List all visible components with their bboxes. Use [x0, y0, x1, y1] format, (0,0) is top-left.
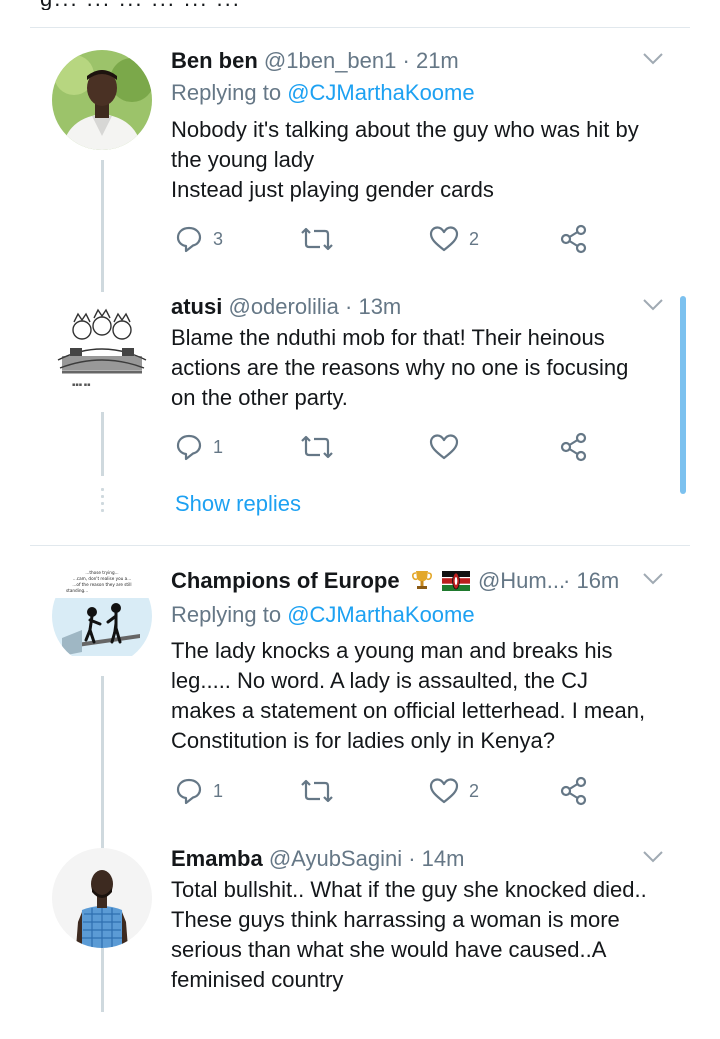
share-button[interactable]	[559, 430, 589, 464]
reply-count: 1	[213, 780, 224, 801]
like-icon	[429, 434, 459, 460]
chevron-down-icon[interactable]	[642, 572, 664, 586]
display-name[interactable]: Champions of Europe	[171, 568, 400, 593]
share-icon	[560, 776, 587, 806]
replying-to-link[interactable]: @CJMarthaKoome	[287, 80, 474, 105]
action-bar: 1 2	[171, 774, 631, 808]
tweet-header: Emamba @AyubSagini · 14m	[171, 846, 464, 872]
replying-to: Replying to @CJMarthaKoome	[171, 602, 475, 628]
reply-icon	[176, 226, 202, 253]
retweet-icon	[301, 227, 333, 251]
like-icon	[429, 226, 459, 252]
tweet-time: · 16m	[563, 568, 619, 594]
replying-to-label: Replying to	[171, 602, 282, 627]
share-button[interactable]	[559, 222, 589, 256]
reply-button[interactable]: 1	[175, 430, 223, 464]
retweet-icon	[301, 779, 333, 803]
reply-count: 3	[213, 228, 224, 249]
action-bar: 3 2	[171, 222, 631, 256]
timestamp[interactable]: 21m	[416, 48, 459, 73]
replying-to-label: Replying to	[171, 80, 282, 105]
display-name[interactable]: Ben ben	[171, 48, 258, 73]
replying-to-link[interactable]: @CJMarthaKoome	[287, 602, 474, 627]
reply-button[interactable]: 3	[175, 222, 223, 256]
like-button[interactable]	[429, 430, 459, 464]
svg-text:standing...: standing...	[66, 588, 88, 593]
kenya-flag-icon	[441, 571, 470, 591]
chevron-down-icon[interactable]	[642, 850, 664, 864]
divider	[30, 545, 690, 546]
display-name[interactable]: atusi	[171, 294, 222, 319]
svg-text:...cam, don't realise you a...: ...cam, don't realise you a...	[73, 576, 131, 581]
like-count: 2	[469, 780, 480, 801]
like-count: 2	[469, 228, 480, 249]
scroll-indicator	[680, 296, 686, 494]
separator: ·	[408, 846, 416, 871]
trophy-icon	[411, 571, 432, 589]
tweet-text: Total bullshit.. What if the guy she kno…	[171, 877, 647, 992]
tweet-text: The lady knocks a young man and breaks h…	[171, 638, 646, 753]
tweet-header: Ben ben @1ben_ben1 · 21m	[171, 48, 459, 74]
retweet-icon	[301, 435, 333, 459]
separator: ·	[563, 568, 571, 593]
action-bar: 1	[171, 430, 631, 464]
show-replies-link[interactable]: Show replies	[175, 491, 301, 517]
share-button[interactable]	[559, 774, 589, 808]
reply-icon	[176, 778, 202, 805]
reply-button[interactable]: 1	[175, 774, 223, 808]
reply-icon	[176, 434, 202, 461]
svg-text:▪▪▪ ▪▪: ▪▪▪ ▪▪	[72, 382, 91, 388]
chevron-down-icon[interactable]	[642, 298, 664, 312]
display-name[interactable]: Emamba	[171, 846, 263, 871]
retweet-button[interactable]	[300, 430, 334, 464]
retweet-button[interactable]	[300, 774, 334, 808]
handle[interactable]: @Hum...	[478, 568, 565, 593]
avatar[interactable]	[52, 50, 152, 150]
handle[interactable]: @1ben_ben1	[264, 48, 396, 73]
avatar[interactable]: ...those trying... ...cam, don't realise…	[52, 566, 152, 666]
replying-to: Replying to @CJMarthaKoome	[171, 80, 475, 106]
share-icon	[560, 432, 587, 462]
thread-line	[101, 160, 104, 292]
timestamp[interactable]: 16m	[576, 568, 619, 593]
separator: ·	[345, 294, 353, 319]
avatar[interactable]: ▪▪▪ ▪▪	[52, 302, 152, 402]
avatar-caption: ...those trying...	[85, 570, 118, 575]
tweet-text: Blame the nduthi mob for that! Their hei…	[171, 325, 629, 410]
tweet-header: atusi @oderolilia · 13m	[171, 294, 401, 320]
thread-line	[101, 412, 104, 476]
tweet-text: Nobody it's talking about the guy who wa…	[171, 117, 639, 202]
thread-line	[101, 676, 104, 1012]
like-button[interactable]: 2	[429, 222, 479, 256]
timestamp[interactable]: 13m	[358, 294, 401, 319]
divider	[30, 27, 690, 28]
thread-dots	[101, 488, 104, 516]
handle[interactable]: @oderolilia	[228, 294, 338, 319]
separator: ·	[402, 48, 410, 73]
like-icon	[429, 778, 459, 804]
like-button[interactable]: 2	[429, 774, 479, 808]
chevron-down-icon[interactable]	[642, 52, 664, 66]
tweet-header: Champions of Europe @Hum...	[171, 568, 565, 594]
retweet-button[interactable]	[300, 222, 334, 256]
share-icon	[560, 224, 587, 254]
avatar[interactable]	[52, 848, 152, 948]
reply-count: 1	[213, 436, 224, 457]
timestamp[interactable]: 14m	[422, 846, 465, 871]
handle[interactable]: @AyubSagini	[269, 846, 402, 871]
svg-text:...of the reason they are stil: ...of the reason they are still	[72, 582, 131, 587]
cut-off-top-text: g... ... ... ... ... ...	[0, 0, 720, 10]
